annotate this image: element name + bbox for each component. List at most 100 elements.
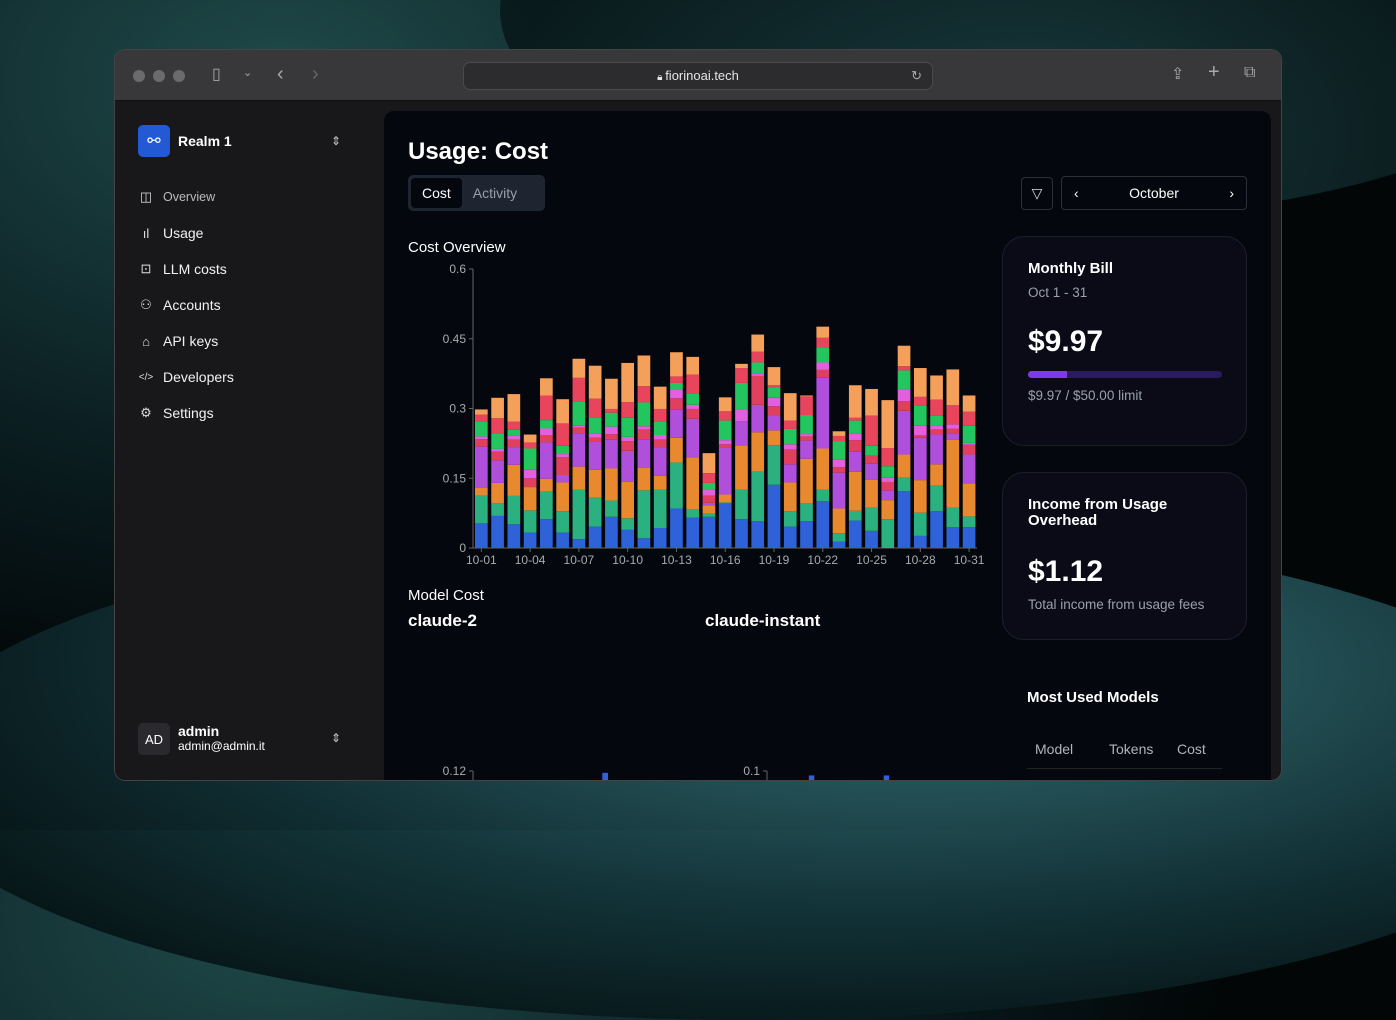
bar-segment <box>913 435 927 438</box>
forward-icon[interactable]: › <box>312 63 319 86</box>
bar-segment <box>702 489 716 496</box>
next-month-button[interactable]: › <box>1229 185 1234 201</box>
bar-segment <box>816 347 830 363</box>
bar-segment <box>946 433 960 440</box>
chevron-down-icon[interactable]: ⌄ <box>243 66 252 79</box>
bar-segment <box>523 510 537 533</box>
bar-segment <box>605 412 618 427</box>
bar-segment <box>881 490 895 501</box>
sidebar-item-usage[interactable]: ıl Usage <box>138 215 234 251</box>
tab-cost[interactable]: Cost <box>411 178 462 208</box>
bar-segment <box>735 382 748 410</box>
bar-segment <box>800 458 813 504</box>
bar-segment <box>605 426 618 435</box>
lock-icon: ⌂ <box>142 333 150 349</box>
bar-segment <box>718 447 732 495</box>
bar-segment <box>702 502 716 506</box>
bar-segment <box>670 409 683 438</box>
bar-segment <box>556 423 569 446</box>
user-menu[interactable]: AD admin admin@admin.it ⇕ <box>138 723 341 755</box>
tab-activity[interactable]: Activity <box>462 178 528 208</box>
claude-instant-chart: 00.0250.050.0750.1 <box>743 764 890 780</box>
bar-segment <box>621 441 635 451</box>
model-title-claude-2: claude-2 <box>408 611 477 630</box>
back-icon[interactable]: ‹ <box>277 63 284 86</box>
bar-segment <box>540 420 553 429</box>
zoom-window-button[interactable] <box>173 70 185 82</box>
share-icon[interactable]: ⇪ <box>1171 64 1184 84</box>
new-tab-icon[interactable]: + <box>1208 61 1220 84</box>
nav-label: Developers <box>163 369 234 385</box>
bar-segment <box>540 428 553 436</box>
bar-segment <box>783 464 797 483</box>
reload-icon[interactable]: ↻ <box>911 63 922 89</box>
bar-segment <box>913 535 927 548</box>
bar-segment <box>718 502 732 504</box>
nav-label: Overview <box>163 190 216 204</box>
tabs-overview-icon[interactable]: ⧉ <box>1244 64 1255 82</box>
sidebar-item-developers[interactable]: </> Developers <box>138 359 234 395</box>
prev-month-button[interactable]: ‹ <box>1074 185 1079 201</box>
bar-segment <box>832 533 846 542</box>
bar-segment <box>946 369 960 406</box>
bar-segment <box>507 435 521 440</box>
sidebar-item-llm-costs[interactable]: ⊡ LLM costs <box>138 251 234 287</box>
monthly-bill-card: Monthly Bill Oct 1 - 31 $9.97 $9.97 / $5… <box>1002 236 1247 446</box>
bar-segment <box>491 451 504 461</box>
bar-segment <box>670 352 683 377</box>
bar-segment <box>572 433 586 467</box>
minimize-window-button[interactable] <box>153 70 165 82</box>
bar-segment <box>637 386 651 403</box>
nav-label: Settings <box>163 405 214 421</box>
bar-segment <box>588 417 602 434</box>
chevron-up-down-icon[interactable]: ⇕ <box>331 134 341 148</box>
bar-segment <box>556 399 569 424</box>
close-window-button[interactable] <box>133 70 145 82</box>
income-subtitle: Total income from usage fees <box>1028 597 1205 612</box>
bar-segment <box>946 428 960 434</box>
sidebar-toggle-icon[interactable]: ▯ <box>212 64 221 84</box>
bar-segment <box>718 444 732 448</box>
y-tick-label: 0.1 <box>743 764 760 778</box>
user-name: admin <box>178 723 220 739</box>
bar-segment <box>962 516 976 528</box>
bar-segment <box>962 425 976 443</box>
column-header[interactable]: Model <box>1027 741 1109 757</box>
bar-segment <box>946 507 960 528</box>
bar-segment <box>897 389 911 402</box>
bar-segment <box>686 408 700 419</box>
bar-segment <box>572 489 586 540</box>
sidebar-item-settings[interactable]: ⚙ Settings <box>138 395 234 431</box>
bar-segment <box>832 508 846 534</box>
sidebar-item-accounts[interactable]: ⚇ Accounts <box>138 287 234 323</box>
bar-segment <box>751 521 765 548</box>
limit-progress-bar <box>1028 371 1222 378</box>
filter-button[interactable]: ▽ <box>1021 177 1053 210</box>
bar-segment <box>637 426 651 430</box>
column-header[interactable]: Tokens <box>1109 741 1177 757</box>
bar-segment <box>881 448 895 467</box>
bar-segment <box>865 463 878 480</box>
bar-segment <box>507 524 521 548</box>
bar-segment <box>702 505 716 514</box>
bar-segment <box>540 435 553 443</box>
tab-bar: Cost Activity <box>408 175 545 211</box>
bar-segment <box>800 521 813 548</box>
month-picker: ‹ October › <box>1061 176 1247 210</box>
bar-segment <box>962 442 976 445</box>
sidebar-item-overview[interactable]: ◫ Overview <box>138 179 234 215</box>
bar-segment <box>637 490 651 539</box>
bar-segment <box>572 466 586 490</box>
bar-segment <box>540 395 553 421</box>
card-title: Income from Usage Overhead <box>1028 496 1168 529</box>
realm-switcher[interactable]: ⚯ Realm 1 ⇕ <box>138 125 341 157</box>
bar-segment <box>702 495 716 503</box>
bar-segment <box>475 523 488 548</box>
bar-segment <box>800 434 813 437</box>
address-bar[interactable]: 🔒︎ fiorinoai.tech ↻ <box>463 62 933 90</box>
chevron-up-down-icon[interactable]: ⇕ <box>331 731 341 745</box>
bar-segment <box>962 454 976 484</box>
bar-segment <box>621 450 635 482</box>
column-header[interactable]: Cost <box>1177 741 1206 757</box>
sidebar-item-api-keys[interactable]: ⌂ API keys <box>138 323 234 359</box>
